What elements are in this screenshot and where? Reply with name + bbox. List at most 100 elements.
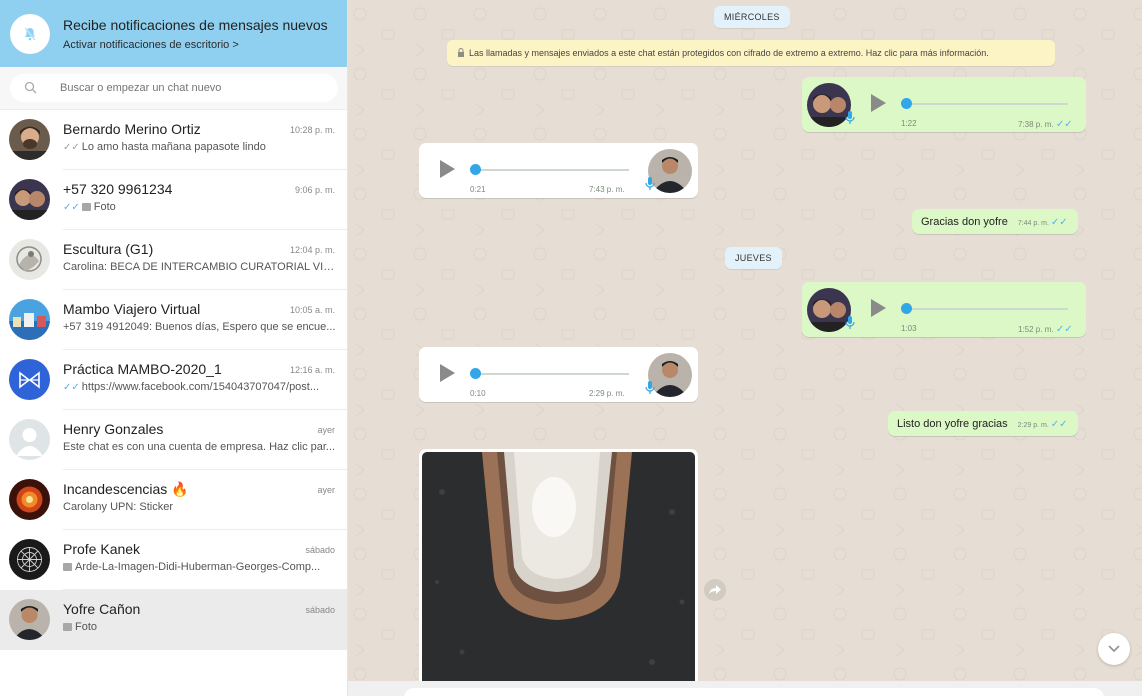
mic-icon	[645, 177, 655, 190]
voice-message-outgoing: 1:03 1:52 p. m. ✓✓	[802, 282, 1086, 337]
double-check-icon: ✓✓	[63, 142, 80, 153]
double-check-icon: ✓✓	[63, 202, 80, 213]
play-button[interactable]	[440, 160, 455, 178]
chat-item-escultura-g1[interactable]: Escultura (G1) 12:04 p. m. Carolina: BEC…	[0, 230, 347, 290]
avatar	[9, 359, 50, 400]
audio-progress-track[interactable]	[903, 103, 1068, 105]
chat-item-mambo-viajero-virtual[interactable]: Mambo Viajero Virtual 10:05 a. m. +57 31…	[0, 290, 347, 350]
message-time: 7:38 p. m. ✓✓	[1018, 119, 1073, 130]
document-icon	[63, 563, 72, 571]
mic-icon	[845, 111, 855, 124]
message-input[interactable]	[404, 688, 1104, 696]
chat-time: sábado	[305, 605, 335, 615]
voice-duration: 0:21	[470, 185, 486, 194]
search-icon	[24, 81, 37, 94]
avatar	[9, 119, 50, 160]
chat-name: Profe Kanek	[63, 541, 141, 557]
voice-duration: 1:03	[901, 324, 917, 333]
compose-bar	[348, 681, 1142, 696]
message-time: 2:29 p. m. ✓✓	[1017, 419, 1068, 430]
play-button[interactable]	[871, 94, 886, 112]
voice-message-incoming: 0:21 7:43 p. m.	[419, 143, 698, 198]
chat-list: Bernardo Merino Ortiz 10:28 p. m. ✓✓ Lo a…	[0, 110, 347, 650]
search-box[interactable]	[10, 74, 338, 102]
audio-progress-knob[interactable]	[470, 368, 481, 379]
chat-item-profe-kanek[interactable]: Profe Kanek sábado Arde-La-Imagen-Didi-H…	[0, 530, 347, 590]
chat-item-bernardo-merino-ortiz[interactable]: Bernardo Merino Ortiz 10:28 p. m. ✓✓ Lo a…	[0, 110, 347, 170]
audio-progress-track[interactable]	[903, 308, 1068, 310]
search-bar	[0, 67, 347, 110]
notification-banner[interactable]: Recibe notificaciones de mensajes nuevos…	[0, 0, 347, 67]
voice-message-outgoing: 1:22 7:38 p. m. ✓✓	[802, 77, 1086, 132]
default-avatar-icon	[9, 419, 50, 460]
chat-name: Incandescencias 🔥	[63, 481, 189, 497]
voice-message-incoming: 0:10 2:29 p. m.	[419, 347, 698, 402]
date-separator-thursday: JUEVES	[725, 247, 782, 269]
double-check-icon: ✓✓	[1050, 217, 1068, 228]
message-text: Listo don yofre gracias	[897, 418, 1008, 430]
voice-duration: 0:10	[470, 389, 486, 398]
mic-icon	[645, 381, 655, 394]
image-message-incoming[interactable]	[419, 449, 698, 696]
voice-duration: 1:22	[901, 119, 917, 128]
chat-time: 10:05 a. m.	[289, 305, 335, 315]
lock-icon	[458, 48, 464, 57]
play-button[interactable]	[440, 364, 455, 382]
chat-time: 10:28 p. m.	[289, 125, 335, 135]
chat-name: +57 320 9961234	[63, 181, 173, 197]
audio-progress-track[interactable]	[474, 169, 629, 171]
chat-preview: Carolina: BECA DE INTERCAMBIO CURATORIAL…	[63, 261, 338, 273]
audio-progress-knob[interactable]	[901, 303, 912, 314]
camera-icon	[81, 203, 91, 211]
message-time: 2:29 p. m.	[589, 389, 625, 398]
encryption-notice[interactable]: Las llamadas y mensajes enviados a este …	[447, 40, 1055, 66]
chat-time: sábado	[305, 545, 335, 555]
chat-name: Mambo Viajero Virtual	[63, 301, 201, 317]
date-separator-wednesday: MIÉRCOLES	[714, 6, 790, 28]
encryption-text: Las llamadas y mensajes enviados a este …	[469, 48, 989, 58]
chat-item-yofre-canon[interactable]: Yofre Cañon sábado Foto	[0, 590, 347, 650]
forward-button[interactable]	[704, 579, 726, 601]
chevron-down-icon	[1108, 645, 1120, 653]
notification-title: Recibe notificaciones de mensajes nuevos	[63, 16, 328, 33]
audio-progress-knob[interactable]	[470, 164, 481, 175]
chat-item-practica-mambo[interactable]: Práctica MAMBO-2020_1 12:16 a. m. ✓✓ http…	[0, 350, 347, 410]
forward-icon	[709, 585, 721, 594]
avatar	[9, 599, 50, 640]
chat-preview: ✓✓ https://www.facebook.com/154043707047/…	[63, 381, 320, 393]
chat-item-57-320-9961234[interactable]: +57 320 9961234 9:06 p. m. ✓✓ Foto	[0, 170, 347, 230]
chat-preview: Foto	[63, 621, 338, 633]
conversation-panel: MIÉRCOLES Las llamadas y mensajes enviad…	[348, 0, 1142, 696]
enable-desktop-notifications-link[interactable]: Activar notificaciones de escritorio >	[63, 39, 328, 51]
audio-progress-track[interactable]	[474, 373, 629, 375]
chat-time: 12:04 p. m.	[289, 245, 335, 255]
chat-item-henry-gonzales[interactable]: Henry Gonzales ayer Este chat es con una…	[0, 410, 347, 470]
chat-name: Bernardo Merino Ortiz	[63, 121, 201, 137]
chat-name: Escultura (G1)	[63, 241, 154, 257]
chat-time: 9:06 p. m.	[294, 185, 335, 195]
chat-preview: Arde-La-Imagen-Didi-Huberman-Georges-Com…	[63, 561, 338, 573]
audio-progress-knob[interactable]	[901, 98, 912, 109]
chat-time: ayer	[317, 485, 335, 495]
scroll-to-bottom-button[interactable]	[1098, 633, 1130, 665]
double-check-icon: ✓✓	[1055, 324, 1073, 335]
message-time: 1:52 p. m. ✓✓	[1018, 324, 1073, 335]
message-time: 7:43 p. m.	[589, 185, 625, 194]
chat-preview: ✓✓ Lo amo hasta mañana papasote lindo	[63, 141, 266, 153]
avatar	[9, 239, 50, 280]
chat-time: ayer	[317, 425, 335, 435]
chat-item-incandescencias[interactable]: Incandescencias 🔥 ayer Carolany UPN: Sti…	[0, 470, 347, 530]
chat-name: Yofre Cañon	[63, 601, 141, 617]
photo-thumbnail[interactable]	[422, 452, 695, 696]
chat-preview: +57 319 4912049: Buenos días, Espero que…	[63, 321, 336, 333]
chat-time: 12:16 a. m.	[289, 365, 335, 375]
chat-name: Henry Gonzales	[63, 421, 164, 437]
avatar	[9, 539, 50, 580]
play-button[interactable]	[871, 299, 886, 317]
chat-name: Práctica MAMBO-2020_1	[63, 361, 222, 377]
message-time: 7:44 p. m. ✓✓	[1017, 217, 1068, 228]
mic-icon	[845, 316, 855, 329]
search-input[interactable]	[60, 82, 300, 94]
avatar	[9, 479, 50, 520]
chat-preview: ✓✓ Foto	[63, 201, 116, 213]
